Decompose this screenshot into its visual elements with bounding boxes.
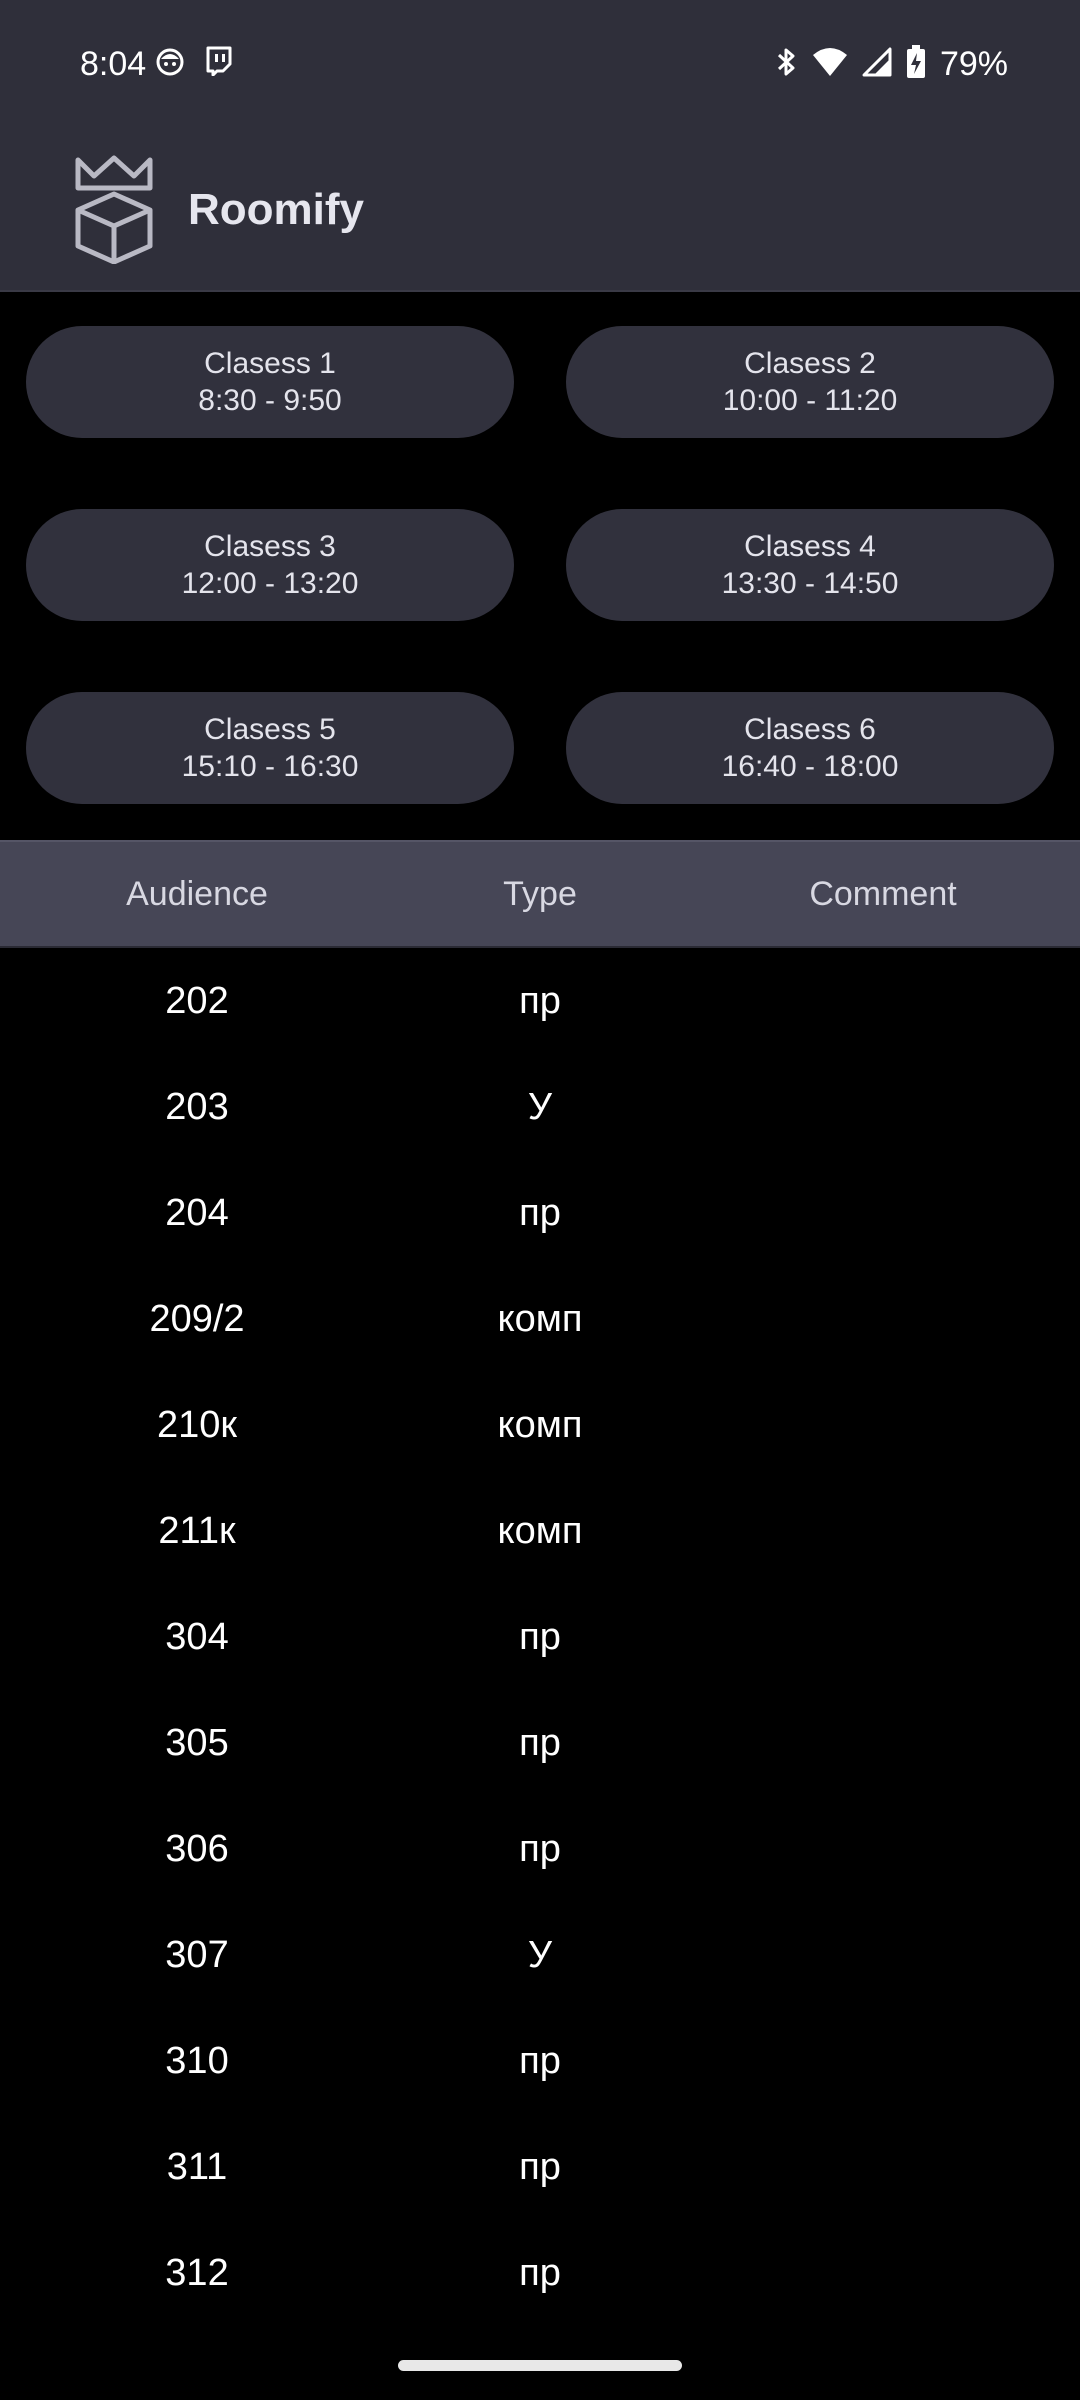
class-label: Clasess 2 xyxy=(744,347,876,380)
audience-cell: 307 xyxy=(165,1934,229,1976)
class-button-2[interactable]: Clasess 2 10:00 - 11:20 xyxy=(566,326,1054,438)
audience-cell: 306 xyxy=(165,1828,229,1870)
audience-cell: 211к xyxy=(158,1510,236,1552)
audience-cell: 204 xyxy=(165,1192,229,1234)
cellular-signal-icon xyxy=(862,47,892,82)
table-row[interactable]: 311 пр xyxy=(0,2114,1080,2220)
audience-cell: 202 xyxy=(165,980,229,1022)
comment-cell xyxy=(686,1690,1080,1796)
type-cell: комп xyxy=(497,1298,583,1340)
table-row[interactable]: 204 пр xyxy=(0,1160,1080,1266)
status-notification-icons xyxy=(156,46,232,81)
home-gesture-bar[interactable] xyxy=(398,2360,682,2371)
type-cell: пр xyxy=(519,2252,561,2294)
audience-cell: 203 xyxy=(165,1086,229,1128)
table-header: Audience Type Comment xyxy=(0,840,1080,948)
table-row[interactable]: 305 пр xyxy=(0,1690,1080,1796)
rooms-table[interactable]: 202 пр 203 У 204 пр 209/2 комп 210к комп… xyxy=(0,948,1080,2326)
class-label: Clasess 6 xyxy=(744,713,876,746)
comment-cell xyxy=(686,1054,1080,1160)
class-label: Clasess 4 xyxy=(744,530,876,563)
audience-cell: 305 xyxy=(165,1722,229,1764)
battery-percent: 79% xyxy=(939,45,1008,83)
class-button-4[interactable]: Clasess 4 13:30 - 14:50 xyxy=(566,509,1054,621)
comment-cell xyxy=(686,2220,1080,2326)
comment-cell xyxy=(686,1372,1080,1478)
class-button-3[interactable]: Clasess 3 12:00 - 13:20 xyxy=(26,509,514,621)
table-row[interactable]: 210к комп xyxy=(0,1372,1080,1478)
comment-cell xyxy=(686,1266,1080,1372)
column-header-type: Type xyxy=(503,875,577,913)
column-header-comment: Comment xyxy=(809,875,957,913)
class-time: 15:10 - 16:30 xyxy=(181,750,359,783)
bluetooth-icon xyxy=(776,46,798,83)
comment-cell xyxy=(686,1584,1080,1690)
audience-cell: 310 xyxy=(165,2040,229,2082)
comment-cell xyxy=(686,1796,1080,1902)
app-title: Roomify xyxy=(188,185,364,234)
type-cell: У xyxy=(527,1086,553,1128)
class-time: 13:30 - 14:50 xyxy=(721,567,899,600)
comment-cell xyxy=(686,2114,1080,2220)
type-cell: пр xyxy=(519,2040,561,2082)
type-cell: комп xyxy=(497,1404,583,1446)
table-row[interactable]: 307 У xyxy=(0,1902,1080,2008)
column-header-audience: Audience xyxy=(126,875,268,913)
status-time: 8:04 xyxy=(80,45,147,83)
comment-cell xyxy=(686,1478,1080,1584)
table-row[interactable]: 312 пр xyxy=(0,2220,1080,2326)
class-label: Clasess 5 xyxy=(204,713,336,746)
type-cell: пр xyxy=(519,980,561,1022)
class-time: 12:00 - 13:20 xyxy=(181,567,359,600)
app-bar: Roomify xyxy=(0,130,1080,292)
status-bar: 8:04 79% xyxy=(0,0,1080,130)
app-root: 8:04 79% Roomify Clasess 1 8:30 - 9:50 C… xyxy=(0,0,1080,2400)
class-button-5[interactable]: Clasess 5 15:10 - 16:30 xyxy=(26,692,514,804)
table-row[interactable]: 306 пр xyxy=(0,1796,1080,1902)
table-row[interactable]: 211к комп xyxy=(0,1478,1080,1584)
status-system-icons: 79% xyxy=(776,40,1008,88)
type-cell: пр xyxy=(519,1828,561,1870)
type-cell: У xyxy=(527,1934,553,1976)
class-time: 10:00 - 11:20 xyxy=(722,384,898,417)
comment-cell xyxy=(686,2008,1080,2114)
table-row[interactable]: 304 пр xyxy=(0,1584,1080,1690)
table-row[interactable]: 310 пр xyxy=(0,2008,1080,2114)
class-button-6[interactable]: Clasess 6 16:40 - 18:00 xyxy=(566,692,1054,804)
table-row[interactable]: 202 пр xyxy=(0,948,1080,1054)
comment-cell xyxy=(686,1160,1080,1266)
comment-cell xyxy=(686,1902,1080,2008)
class-time: 8:30 - 9:50 xyxy=(198,384,342,417)
audience-cell: 311 xyxy=(166,2146,228,2188)
battery-charging-icon xyxy=(906,44,926,84)
crown-box-logo-icon xyxy=(72,154,156,265)
audience-cell: 312 xyxy=(165,2252,229,2294)
class-time: 16:40 - 18:00 xyxy=(721,750,899,783)
table-row[interactable]: 203 У xyxy=(0,1054,1080,1160)
type-cell: пр xyxy=(519,1722,561,1764)
type-cell: пр xyxy=(519,1616,561,1658)
class-label: Clasess 3 xyxy=(204,530,336,563)
type-cell: пр xyxy=(519,2146,561,2188)
class-label: Clasess 1 xyxy=(204,347,336,380)
audience-cell: 304 xyxy=(165,1616,229,1658)
type-cell: комп xyxy=(497,1510,583,1552)
comment-cell xyxy=(686,948,1080,1054)
table-row[interactable]: 209/2 комп xyxy=(0,1266,1080,1372)
wifi-icon xyxy=(812,47,848,82)
audience-cell: 209/2 xyxy=(149,1298,245,1340)
class-button-1[interactable]: Clasess 1 8:30 - 9:50 xyxy=(26,326,514,438)
audience-cell: 210к xyxy=(156,1404,238,1446)
twitch-icon xyxy=(204,46,232,81)
type-cell: пр xyxy=(519,1192,561,1234)
face-notification-icon xyxy=(156,46,184,81)
